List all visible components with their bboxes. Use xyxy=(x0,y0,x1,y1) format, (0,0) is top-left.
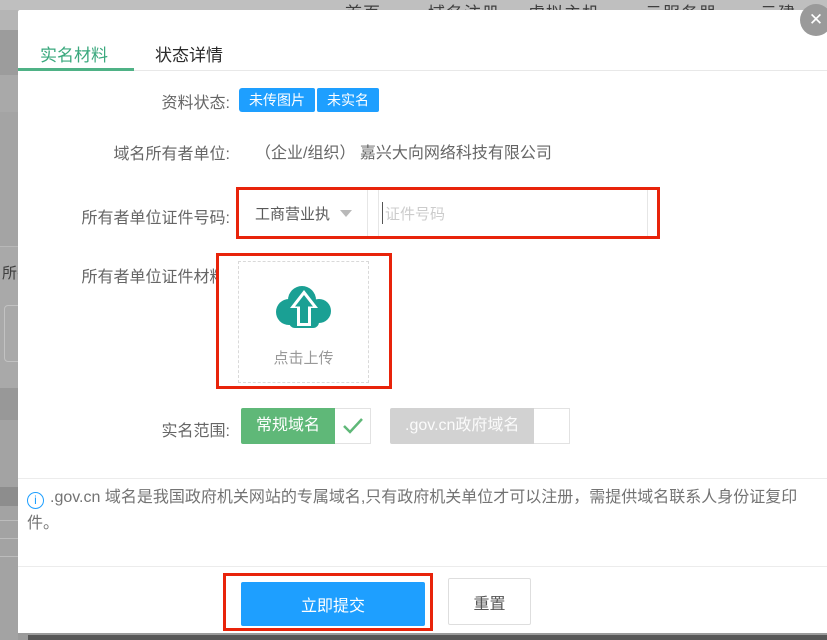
bg-band xyxy=(0,10,18,30)
submit-button[interactable]: 立即提交 xyxy=(241,582,425,626)
tab-status-detail[interactable]: 状态详情 xyxy=(155,41,223,66)
upload-dropzone[interactable]: 点击上传 xyxy=(238,261,369,383)
bg-divider xyxy=(0,556,18,557)
info-icon: i xyxy=(27,492,44,509)
owner-value: （企业/组织） 嘉兴大向网络科技有限公司 xyxy=(255,139,552,163)
cert-type-select[interactable]: 工商营业执 xyxy=(239,190,368,236)
status-badge-not-verified: 未实名 xyxy=(317,88,379,112)
nav-item-domain-register[interactable]: 域名注册 xyxy=(428,0,500,10)
bg-ghost-input xyxy=(4,305,18,362)
tab-real-name-materials[interactable]: 实名材料 xyxy=(40,41,108,66)
divider xyxy=(18,566,827,567)
dimmed-page-footer xyxy=(18,633,827,640)
nav-item-home[interactable]: 首页 xyxy=(345,0,381,10)
nav-item-cloud-site[interactable]: 云建 xyxy=(760,0,796,10)
upload-highlight-box: 点击上传 xyxy=(216,253,392,389)
reset-button[interactable]: 重置 xyxy=(448,578,531,625)
bg-band xyxy=(0,506,18,640)
status-badges: 未传图片 未实名 xyxy=(239,88,379,112)
cert-number-placeholder: 证件号码 xyxy=(385,203,445,224)
dimmed-top-nav: 首页 域名注册 虚拟主机 云服务器 云建 xyxy=(0,0,827,10)
bg-band xyxy=(0,420,18,487)
owner-label: 域名所有者单位: xyxy=(18,140,230,164)
screen: 首页 域名注册 虚拟主机 云服务器 云建 所有 实名材料 状态详情 资料状态: xyxy=(0,0,827,640)
gov-domain-notice: i.gov.cn 域名是我国政府机关网站的专属域名,只有政府机关单位才可以注册，… xyxy=(27,485,812,537)
real-name-dialog: 实名材料 状态详情 资料状态: 未传图片 未实名 域名所有者单位: （企业/组织… xyxy=(18,10,827,633)
submit-highlight-box: 立即提交 xyxy=(223,573,433,631)
bg-divider xyxy=(0,538,18,539)
scope-regular-checkbox[interactable] xyxy=(335,408,371,444)
cert-number-label: 所有者单位证件号码: xyxy=(18,204,230,228)
cert-material-label: 所有者单位证件材料: xyxy=(18,263,230,287)
notice-text: .gov.cn 域名是我国政府机关网站的专属域名,只有政府机关单位才可以注册，需… xyxy=(27,489,797,532)
cert-number-highlight-box: 工商营业执 证件号码 xyxy=(236,187,660,239)
cloud-upload-icon xyxy=(273,282,335,330)
scope-gov-checkbox[interactable] xyxy=(534,408,570,444)
scope-options: 常规域名 .gov.cn政府域名 xyxy=(241,408,570,444)
nav-item-virtual-host[interactable]: 虚拟主机 xyxy=(528,0,600,10)
close-icon[interactable]: ✕ xyxy=(800,4,827,36)
bg-band xyxy=(0,112,18,246)
bg-band xyxy=(0,487,18,506)
bg-band xyxy=(0,75,18,112)
chevron-down-icon xyxy=(340,210,352,217)
bg-partial-label: 所有 xyxy=(2,262,18,283)
upload-text: 点击上传 xyxy=(239,347,368,368)
tab-bar-border xyxy=(18,70,827,71)
bg-band xyxy=(0,30,18,75)
dimmed-page-edge: 所有 xyxy=(0,10,18,640)
checkmark-icon xyxy=(342,417,364,435)
text-caret xyxy=(382,202,383,224)
status-label: 资料状态: xyxy=(18,89,230,113)
bg-divider xyxy=(0,520,18,521)
active-tab-indicator xyxy=(18,68,134,71)
nav-item-cloud-server[interactable]: 云服务器 xyxy=(645,0,717,10)
scope-gov-label: .gov.cn政府域名 xyxy=(390,408,534,444)
bg-band xyxy=(0,388,18,420)
status-badge-no-image: 未传图片 xyxy=(239,88,315,112)
scope-regular-label: 常规域名 xyxy=(241,408,335,444)
divider xyxy=(18,478,827,479)
cert-type-selected-value: 工商营业执 xyxy=(255,203,330,224)
scope-option-gov[interactable]: .gov.cn政府域名 xyxy=(390,408,570,444)
cert-number-input[interactable]: 证件号码 xyxy=(378,190,648,236)
scope-label: 实名范围: xyxy=(18,417,230,441)
scope-option-regular[interactable]: 常规域名 xyxy=(241,408,371,444)
bg-footer-bar xyxy=(28,635,827,640)
